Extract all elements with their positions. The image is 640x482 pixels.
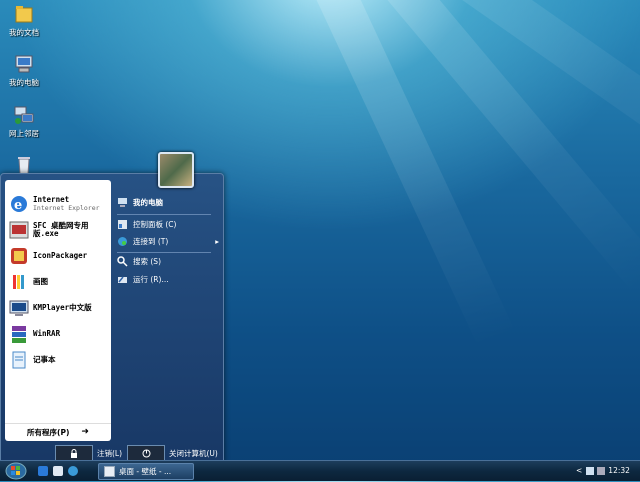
svg-text:e: e — [14, 198, 22, 213]
winrar-icon — [9, 324, 29, 344]
program-paint[interactable]: 画图 — [9, 270, 48, 294]
taskbar-window-button[interactable]: 桌面 - 壁纸 - ... — [98, 463, 194, 480]
all-programs-label: 所有程序(P) — [27, 427, 70, 437]
pinned-programs-pane: e Internet Internet Explorer SFC 桌酷网专用版.e… — [5, 180, 111, 441]
right-item-control-panel[interactable]: 控制面板 (C) — [117, 217, 176, 231]
logoff-label: 注销(L) — [97, 449, 123, 458]
program-internet-explorer[interactable]: e Internet Internet Explorer — [9, 192, 100, 216]
quicklaunch-ie-icon[interactable] — [38, 466, 48, 476]
tray-expand-icon[interactable]: < — [576, 466, 582, 475]
submenu-arrow-icon: ▸ — [215, 236, 219, 246]
quicklaunch-desktop-icon[interactable] — [53, 466, 63, 476]
network-icon — [13, 104, 35, 126]
window-icon — [104, 466, 115, 477]
desktop-icon-my-computer[interactable]: 我的电脑 — [2, 53, 46, 88]
desktop-icon-my-documents[interactable]: 我的文档 — [2, 3, 46, 38]
volume-tray-icon[interactable] — [597, 466, 606, 475]
logoff-button[interactable]: 注销(L) — [55, 445, 123, 462]
right-item-label: 连接到 (T) — [133, 236, 169, 246]
divider — [117, 214, 211, 215]
start-button[interactable] — [5, 462, 27, 480]
search-icon — [117, 255, 128, 267]
kmplayer-icon — [9, 298, 29, 318]
computer-icon — [13, 53, 35, 75]
program-title: 画图 — [33, 277, 48, 286]
taskbar-window-label: 桌面 - 壁纸 - ... — [119, 467, 172, 476]
all-programs-button[interactable]: 所有程序(P) ➜ — [5, 423, 111, 440]
program-notepad[interactable]: 记事本 — [9, 348, 56, 372]
computer-icon — [117, 197, 128, 208]
program-kmplayer[interactable]: KMPlayer中文版 — [9, 296, 92, 320]
right-item-label: 搜索 (S) — [133, 256, 161, 266]
folder-icon — [13, 3, 35, 25]
right-item-run[interactable]: 运行 (R)... — [117, 272, 169, 286]
program-subtitle: Internet Explorer — [33, 204, 100, 212]
right-item-my-computer[interactable]: 我的电脑 — [117, 195, 163, 209]
taskbar: 桌面 - 壁纸 - ... < 12:32 — [0, 460, 640, 481]
program-title: IconPackager — [33, 251, 88, 260]
shutdown-label: 关闭计算机(U) — [169, 449, 218, 458]
clock[interactable]: 12:32 — [608, 466, 630, 475]
run-icon — [117, 274, 128, 285]
desktop-icon-label: 网上邻居 — [9, 129, 39, 138]
program-title: WinRAR — [33, 329, 61, 338]
program-title: Internet — [33, 195, 70, 204]
sfc-icon — [9, 220, 29, 240]
program-winrar[interactable]: WinRAR — [9, 322, 60, 346]
program-iconpackager[interactable]: IconPackager — [9, 244, 87, 268]
right-item-label: 控制面板 (C) — [133, 219, 177, 229]
right-item-label: 运行 (R)... — [133, 274, 169, 284]
divider — [117, 252, 211, 253]
notepad-icon — [9, 350, 29, 370]
start-menu: e Internet Internet Explorer SFC 桌酷网专用版.e… — [0, 173, 224, 465]
desktop-icon-label: 我的电脑 — [9, 78, 39, 87]
windows-logo-icon — [5, 462, 27, 480]
arrow-right-icon: ➜ — [81, 427, 89, 437]
paint-icon — [9, 272, 29, 292]
control-panel-icon — [117, 219, 128, 230]
program-title: 记事本 — [33, 355, 56, 364]
shutdown-button[interactable]: 关闭计算机(U) — [127, 445, 218, 462]
connect-icon — [117, 236, 128, 247]
desktop-icon-network[interactable]: 网上邻居 — [2, 104, 46, 139]
program-title: SFC 桌酷网专用版.exe — [33, 221, 89, 238]
right-item-label: 我的电脑 — [133, 197, 163, 207]
user-avatar[interactable] — [158, 152, 194, 188]
iconpackager-icon — [9, 246, 29, 266]
system-tray: < 12:32 — [576, 463, 638, 478]
desktop-icon-label: 我的文档 — [9, 28, 39, 37]
quicklaunch-media-icon[interactable] — [68, 466, 78, 476]
right-item-search[interactable]: 搜索 (S) — [117, 254, 161, 268]
ie-icon: e — [9, 194, 29, 214]
program-sfc[interactable]: SFC 桌酷网专用版.exe — [9, 218, 105, 242]
right-item-connect-to[interactable]: 连接到 (T) ▸ — [117, 234, 219, 248]
network-tray-icon[interactable] — [586, 466, 595, 475]
program-title: KMPlayer中文版 — [33, 303, 92, 312]
